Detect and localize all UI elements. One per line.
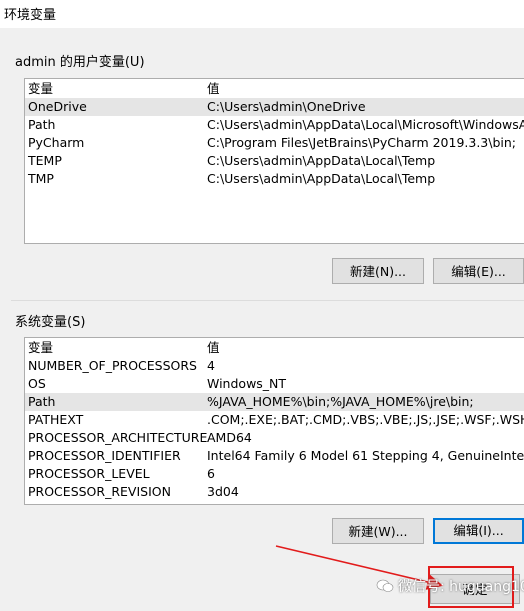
var-value: C:\Users\admin\AppData\Local\Temp (207, 153, 436, 168)
system-vars-label: 系统变量(S) (15, 315, 86, 330)
var-name: Path (28, 394, 56, 409)
var-name: Path (28, 117, 56, 132)
system-new-button[interactable]: 新建(W)... (332, 518, 424, 544)
var-name: PROCESSOR_ARCHITECTURE (28, 430, 208, 445)
column-header-name[interactable]: 变量 (28, 339, 53, 357)
user-vars-label: admin 的用户变量(U) (15, 55, 145, 70)
table-row[interactable]: TEMP C:\Users\admin\AppData\Local\Temp (25, 152, 524, 170)
var-value: C:\Users\admin\AppData\Local\Microsoft\W… (207, 117, 524, 132)
var-value: Intel64 Family 6 Model 61 Stepping 4, Ge… (207, 448, 524, 463)
table-row[interactable]: PROCESSOR_REVISION 3d04 (25, 483, 524, 501)
table-row[interactable]: PyCharm C:\Program Files\JetBrains\PyCha… (25, 134, 524, 152)
table-row[interactable]: OneDrive C:\Users\admin\OneDrive (25, 98, 524, 116)
watermark-text: 微信号: huguang10zv (398, 579, 524, 595)
user-edit-button[interactable]: 编辑(E)... (433, 258, 524, 284)
user-new-button[interactable]: 新建(N)... (332, 258, 424, 284)
group-divider (11, 300, 524, 301)
table-row[interactable]: TMP C:\Users\admin\AppData\Local\Temp (25, 170, 524, 188)
var-name: OS (28, 376, 46, 391)
var-value: C:\Users\admin\OneDrive (207, 99, 366, 114)
var-name: OneDrive (28, 99, 87, 114)
var-value: 4 (207, 358, 215, 373)
table-row[interactable]: Path C:\Users\admin\AppData\Local\Micros… (25, 116, 524, 134)
table-row[interactable]: OS Windows_NT (25, 375, 524, 393)
var-value: 3d04 (207, 484, 239, 499)
var-name: NUMBER_OF_PROCESSORS (28, 358, 197, 373)
system-vars-header: 变量 值 (25, 339, 524, 357)
var-value: AMD64 (207, 430, 252, 445)
system-edit-button[interactable]: 编辑(I)... (433, 518, 524, 544)
var-name: PROCESSOR_LEVEL (28, 466, 150, 481)
column-header-value[interactable]: 值 (207, 80, 220, 98)
user-vars-list[interactable]: 变量 值 OneDrive C:\Users\admin\OneDrive Pa… (24, 78, 524, 244)
var-name: PROCESSOR_REVISION (28, 484, 171, 499)
column-header-value[interactable]: 值 (207, 339, 220, 357)
var-value: %JAVA_HOME%\bin;%JAVA_HOME%\jre\bin; (207, 394, 474, 409)
table-row[interactable]: PATHEXT .COM;.EXE;.BAT;.CMD;.VBS;.VBE;.J… (25, 411, 524, 429)
var-value: 6 (207, 466, 215, 481)
table-row[interactable]: PROCESSOR_LEVEL 6 (25, 465, 524, 483)
watermark: 微信号: huguang10zv (376, 576, 524, 596)
var-name: PATHEXT (28, 412, 84, 427)
var-value: Windows_NT (207, 376, 287, 391)
var-name: TEMP (28, 153, 62, 168)
var-name: TMP (28, 171, 54, 186)
table-row[interactable]: Path %JAVA_HOME%\bin;%JAVA_HOME%\jre\bin… (25, 393, 524, 411)
var-value: C:\Program Files\JetBrains\PyCharm 2019.… (207, 135, 517, 150)
var-name: PyCharm (28, 135, 85, 150)
var-name: PROCESSOR_IDENTIFIER (28, 448, 181, 463)
table-row[interactable]: NUMBER_OF_PROCESSORS 4 (25, 357, 524, 375)
user-vars-header: 变量 值 (25, 80, 524, 98)
wechat-icon (376, 579, 394, 593)
title-bar: 环境变量 (0, 0, 524, 28)
table-row[interactable]: PROCESSOR_ARCHITECTURE AMD64 (25, 429, 524, 447)
column-header-name[interactable]: 变量 (28, 80, 53, 98)
system-vars-list[interactable]: 变量 值 NUMBER_OF_PROCESSORS 4 OS Windows_N… (24, 337, 524, 505)
var-value: .COM;.EXE;.BAT;.CMD;.VBS;.VBE;.JS;.JSE;.… (207, 412, 524, 427)
window-title: 环境变量 (4, 8, 57, 23)
var-value: C:\Users\admin\AppData\Local\Temp (207, 171, 436, 186)
table-row[interactable]: PROCESSOR_IDENTIFIER Intel64 Family 6 Mo… (25, 447, 524, 465)
